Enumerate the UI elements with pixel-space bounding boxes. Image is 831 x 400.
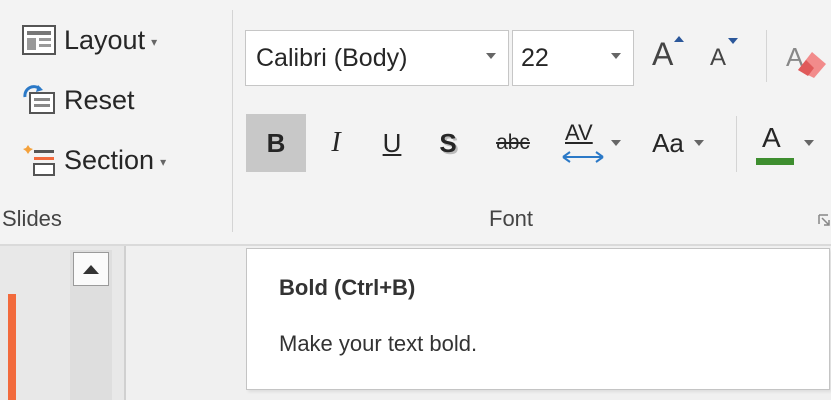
font-color-button[interactable]: A	[752, 114, 831, 172]
scroll-up-button[interactable]	[73, 252, 109, 286]
font-color-swatch	[756, 158, 794, 165]
grow-font-button[interactable]: A	[644, 30, 688, 86]
toolbar-divider	[766, 30, 767, 82]
chevron-down-icon: ▾	[160, 155, 167, 169]
font-color-label: A	[762, 122, 781, 153]
layout-button[interactable]: Layout ▾	[22, 20, 157, 60]
chevron-down-icon[interactable]	[486, 53, 496, 59]
clear-formatting-button[interactable]: A	[784, 36, 831, 84]
change-case-button[interactable]: Aa	[636, 114, 720, 172]
font-size-value: 22	[521, 43, 549, 72]
increase-arrow-icon	[674, 36, 684, 42]
text-shadow-button[interactable]: S	[422, 114, 474, 172]
font-color-icon: A	[752, 118, 796, 168]
arrow-up-icon	[83, 264, 99, 274]
chevron-down-icon	[611, 140, 621, 146]
change-case-label: Aa	[652, 127, 684, 158]
bold-button[interactable]: B	[246, 114, 306, 172]
bold-tooltip: Bold (Ctrl+B) Make your text bold.	[246, 248, 830, 390]
group-divider	[232, 10, 233, 232]
chevron-down-icon[interactable]	[611, 53, 621, 59]
underline-button[interactable]: U	[366, 114, 418, 172]
reset-button[interactable]: Reset	[22, 80, 135, 120]
bold-label: B	[266, 127, 286, 158]
font-size-combo[interactable]: 22	[512, 30, 634, 86]
reset-icon	[22, 85, 58, 115]
slide-selection-marker	[8, 294, 16, 400]
eraser-icon: A	[786, 42, 826, 78]
pane-divider[interactable]	[124, 246, 126, 400]
chevron-down-icon	[804, 140, 814, 146]
chevron-down-icon: ▾	[151, 35, 158, 49]
font-dialog-launcher[interactable]	[818, 214, 831, 228]
layout-label: Layout	[64, 24, 146, 55]
character-spacing-icon: AV	[561, 120, 605, 166]
font-name-combo[interactable]: Calibri (Body)	[245, 30, 509, 86]
toolbar-divider	[736, 116, 737, 172]
layout-icon	[22, 25, 58, 55]
decrease-arrow-icon	[728, 38, 738, 44]
section-label: Section	[64, 144, 155, 175]
grow-font-label: A	[652, 36, 674, 72]
shrink-font-button[interactable]: A	[700, 30, 744, 86]
font-group-label: Font	[489, 206, 534, 231]
italic-button[interactable]: I	[310, 114, 362, 172]
strikethrough-button[interactable]: abc	[478, 114, 548, 172]
shadow-label: S	[439, 127, 457, 158]
chevron-down-icon	[693, 140, 704, 146]
section-button[interactable]: Section ▾	[22, 140, 166, 180]
tooltip-title: Bold (Ctrl+B)	[279, 275, 416, 300]
spacing-label: AV	[565, 120, 593, 145]
section-icon	[22, 145, 58, 176]
double-arrow-icon	[562, 151, 604, 163]
italic-label: I	[331, 127, 341, 158]
font-name-value: Calibri (Body)	[256, 43, 408, 72]
strikethrough-label: abc	[496, 131, 530, 154]
reset-label: Reset	[64, 84, 135, 115]
slides-group-label: Slides	[2, 206, 62, 231]
underline-label: U	[382, 127, 402, 158]
dialog-launcher-icon	[818, 214, 830, 226]
character-spacing-button[interactable]: AV	[550, 114, 632, 172]
shrink-font-label: A	[710, 44, 727, 71]
tooltip-description: Make your text bold.	[279, 331, 478, 356]
